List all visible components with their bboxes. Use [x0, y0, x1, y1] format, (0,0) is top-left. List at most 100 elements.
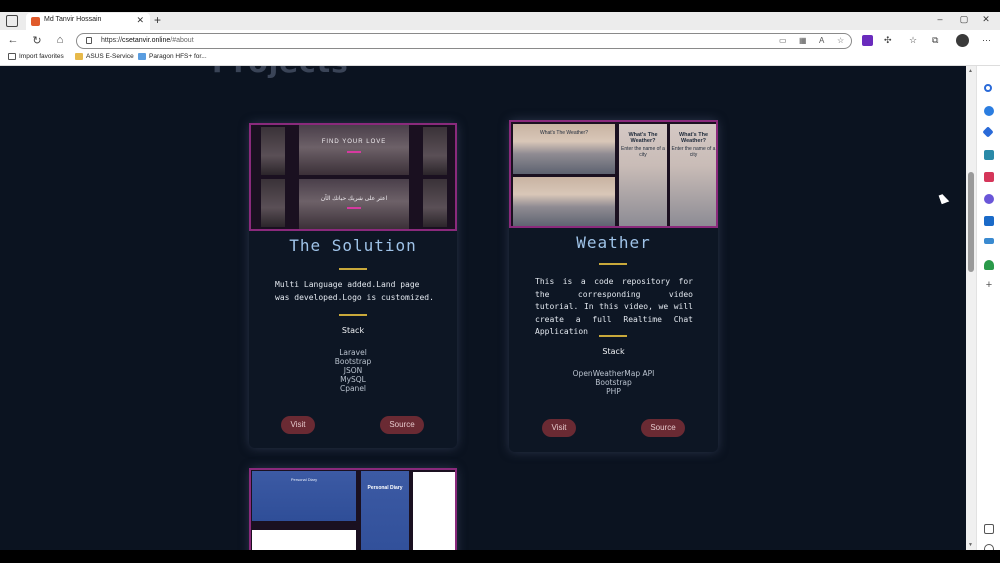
extension-icon[interactable] [862, 35, 873, 46]
screenshot-button [347, 151, 361, 153]
site-favicon-icon [31, 17, 40, 26]
scroll-down-icon[interactable]: ▼ [968, 542, 973, 548]
project-screenshot: What's The Weather? What's The Weather? … [509, 120, 718, 228]
screenshot-text: Personal Diary [367, 485, 403, 491]
screenshot-text: What's The Weather? [628, 132, 658, 144]
tab-actions-icon[interactable] [6, 15, 18, 27]
bookmark-label: ASUS E-Service [86, 53, 134, 60]
project-description: This is a code repository for the corres… [535, 277, 693, 336]
screenshot-text: اعثر على شريك حياتك الآن [320, 196, 388, 202]
stack-heading: Stack [602, 347, 625, 356]
extensions-puzzle-icon[interactable]: ✣ [884, 35, 892, 46]
read-aloud-icon[interactable]: A [819, 36, 824, 45]
lock-icon[interactable] [86, 37, 92, 44]
stack-list: OpenWeatherMap API Bootstrap PHP [509, 369, 718, 396]
stack-list: Laravel Bootstrap JSON MySQL Cpanel [249, 348, 457, 393]
hide-sidebar-icon[interactable] [984, 524, 994, 534]
stack-divider [599, 335, 627, 337]
search-icon[interactable] [984, 84, 992, 92]
source-button[interactable]: Source [380, 416, 424, 434]
screenshot-panel: What's The Weather? Enter the name of a … [670, 124, 716, 226]
screenshot-thumb [261, 179, 285, 227]
screenshot-main: What's The Weather? [513, 124, 615, 174]
screenshot-main [513, 177, 615, 226]
stack-item: JSON [343, 366, 363, 375]
screenshot-main: FIND YOUR LOVE [299, 125, 409, 175]
favorites-icon[interactable]: ☆ [909, 35, 917, 46]
screenshot-text: Enter the name of a city [621, 146, 665, 158]
add-icon[interactable]: + [984, 280, 994, 291]
stack-item: Cpanel [339, 384, 367, 393]
outlook-icon[interactable] [984, 216, 994, 226]
maximize-button[interactable]: ▢ [954, 14, 974, 25]
screenshot-panel [252, 530, 356, 550]
back-arrow-icon[interactable]: ← [6, 34, 20, 46]
project-title: Weather [576, 233, 651, 252]
screenshot-thumb [423, 127, 447, 175]
app-available-icon[interactable]: ▭ [779, 36, 787, 45]
scroll-up-icon[interactable]: ▲ [968, 68, 973, 74]
navigation-bar: ← ↻ ⌂ https://csetanvir.online/#about ▭ … [0, 30, 1000, 52]
stack-item: MySQL [340, 375, 366, 384]
tools-icon[interactable] [984, 150, 994, 160]
bookmark-label: Import favorites [19, 53, 64, 60]
visit-button[interactable]: Visit [281, 416, 315, 434]
games-icon[interactable] [984, 172, 994, 182]
tab-bar: Md Tanvir Hossain ✕ + – ▢ ✕ [0, 12, 1000, 30]
home-icon[interactable]: ⌂ [53, 34, 67, 46]
page-scrollbar[interactable]: ▲ ▼ [966, 66, 976, 550]
stack-divider [339, 314, 367, 316]
screenshot-text: What's The Weather? [539, 130, 588, 136]
stack-heading: Stack [341, 326, 365, 335]
bookmark-paragon[interactable]: Paragon HFS+ for... [138, 53, 207, 60]
bookmark-asus-e-service[interactable]: ASUS E-Service [75, 53, 134, 60]
url-text[interactable]: https://csetanvir.online/#about [101, 37, 194, 44]
import-icon [8, 53, 16, 60]
scrollbar-thumb[interactable] [968, 172, 974, 272]
visit-button[interactable]: Visit [542, 419, 576, 437]
screenshot-panel: What's The Weather? Enter the name of a … [619, 124, 667, 226]
tab-active[interactable]: Md Tanvir Hossain ✕ [26, 13, 150, 30]
screenshot-thumb [423, 179, 447, 227]
tab-title: Md Tanvir Hossain [44, 16, 102, 23]
bookmark-label: Paragon HFS+ for... [149, 53, 207, 60]
screen: Md Tanvir Hossain ✕ + – ▢ ✕ ← ↻ ⌂ https:… [0, 0, 1000, 563]
new-tab-button[interactable]: + [154, 13, 161, 27]
profile-avatar[interactable] [956, 34, 969, 47]
address-bar[interactable]: https://csetanvir.online/#about ▭ ▦ A ☆ [76, 33, 852, 49]
collections-icon[interactable]: ⧉ [932, 35, 938, 46]
office-icon[interactable] [984, 194, 994, 204]
send-icon[interactable] [984, 238, 994, 244]
more-options-icon[interactable]: ⋯ [982, 35, 991, 46]
screenshot-text: Personal Diary [290, 477, 318, 482]
settings-gear-icon[interactable] [984, 544, 994, 550]
folder-icon [75, 53, 83, 60]
qr-code-icon[interactable]: ▦ [799, 36, 807, 45]
stack-item: PHP [606, 387, 621, 396]
tab-close-icon[interactable]: ✕ [136, 15, 144, 26]
project-screenshot: Personal Diary Personal Diary [249, 468, 457, 550]
bookmarks-bar: Import favorites ASUS E-Service Paragon … [0, 52, 1000, 66]
refresh-icon[interactable]: ↻ [30, 34, 44, 47]
close-window-button[interactable]: ✕ [976, 14, 996, 25]
project-description: Multi Language added.Land page was devel… [275, 280, 434, 302]
browser-window: Md Tanvir Hossain ✕ + – ▢ ✕ ← ↻ ⌂ https:… [0, 12, 1000, 550]
screenshot-text: What's The Weather? [678, 132, 709, 144]
stack-item: Bootstrap [334, 357, 372, 366]
screenshot-main: Personal Diary [252, 471, 356, 521]
minimize-button[interactable]: – [930, 14, 950, 24]
tree-icon[interactable] [984, 260, 994, 270]
section-title: Projects [212, 66, 349, 79]
bookmark-import-favorites[interactable]: Import favorites [8, 53, 64, 60]
browser-sidebar: + [976, 66, 1000, 550]
project-title: The Solution [289, 236, 417, 255]
screenshot-panel [413, 472, 455, 550]
screenshot-text: Enter the name of a city [671, 146, 716, 158]
screenshot-text: FIND YOUR LOVE [321, 139, 387, 145]
screenshot-panel: Personal Diary [361, 471, 409, 550]
favorite-star-icon[interactable]: ☆ [837, 36, 844, 45]
shopping-tag-icon[interactable] [982, 126, 994, 138]
source-button[interactable]: Source [641, 419, 685, 437]
copilot-icon[interactable] [984, 106, 994, 116]
project-card-weather: What's The Weather? What's The Weather? … [509, 120, 718, 452]
